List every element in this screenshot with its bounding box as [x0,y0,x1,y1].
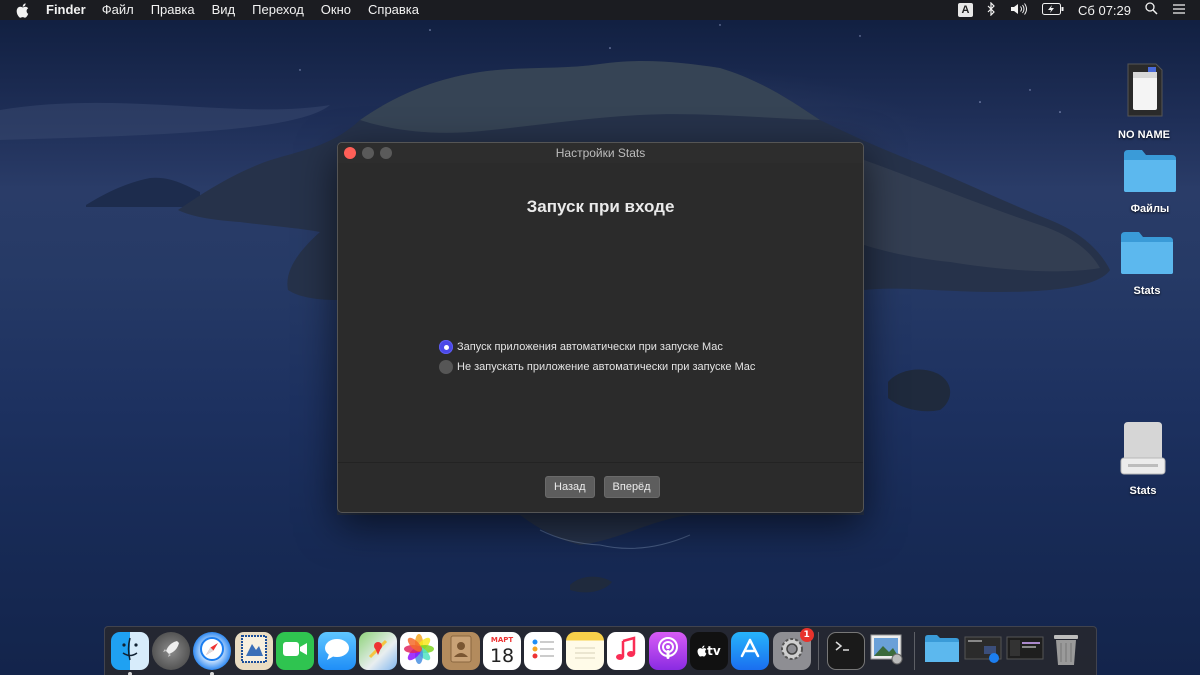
dock-stack-documents[interactable] [1006,632,1044,670]
back-button[interactable]: Назад [545,476,595,498]
checklist-icon [530,636,556,666]
footer-divider [338,462,863,463]
radio-button-selected[interactable] [439,340,453,354]
menu-window[interactable]: Окно [321,0,351,20]
dock-maps[interactable] [358,632,397,670]
dock: МАРТ 18 tv 1 [104,626,1097,675]
window-title: Настройки Stats [555,146,646,160]
dock-contacts[interactable] [441,632,480,670]
folder-icon [1122,148,1178,199]
dock-separator [818,632,820,670]
stamp-icon [240,634,268,668]
zoom-button[interactable] [380,147,392,159]
dock-calendar[interactable]: МАРТ 18 [483,632,522,670]
speech-bubble-icon [323,637,351,665]
music-note-icon [614,636,638,666]
dock-preview[interactable] [868,632,906,670]
next-button[interactable]: Вперёд [603,476,660,498]
window-thumbnail-icon [964,634,1002,668]
external-drive-icon [1118,420,1168,481]
desktop-item-no-name[interactable]: NO NAME [1104,62,1184,141]
control-center-icon[interactable] [1172,3,1186,18]
dock-app-store[interactable] [731,632,770,670]
dock-trash[interactable] [1047,632,1085,670]
compass-icon [198,635,226,667]
dock-podcasts[interactable] [648,632,687,670]
sd-card-icon [1122,62,1166,125]
dock-reminders[interactable] [524,632,563,670]
desktop-item-label: Stats [1129,485,1157,497]
option-launch-at-login[interactable]: Запуск приложения автоматически при запу… [439,337,755,357]
photo-preview-icon [869,633,905,669]
dock-mail[interactable] [234,632,273,670]
menu-view[interactable]: Вид [212,0,236,20]
search-icon[interactable] [1145,2,1158,18]
desktop-item-stats-folder[interactable]: Stats [1107,230,1187,297]
minimize-button[interactable] [362,147,374,159]
desktop-item-stats-drive[interactable]: Stats [1103,420,1183,497]
launch-options-group: Запуск приложения автоматически при запу… [439,337,755,377]
video-camera-icon [282,640,308,662]
notepad-icon [572,636,598,666]
window-thumbnail-icon [1006,634,1044,668]
folder-icon [1119,230,1175,281]
menu-file[interactable]: Файл [102,0,134,20]
menu-edit[interactable]: Правка [151,0,195,20]
dock-notes[interactable] [565,632,604,670]
tv-label: tv [707,644,721,658]
dock-finder[interactable] [110,632,149,675]
app-store-icon [737,636,763,666]
dock-separator [914,632,916,670]
bluetooth-icon[interactable] [987,1,996,19]
option-do-not-launch[interactable]: Не запускать приложение автоматически пр… [439,357,755,377]
dock-system-preferences[interactable]: 1 [772,628,814,670]
desktop-item-files-folder[interactable]: Файлы [1110,148,1190,215]
menu-help[interactable]: Справка [368,0,419,20]
dock-folder[interactable] [923,632,961,670]
photos-flower-icon [404,634,435,668]
map-pin-icon [366,637,390,665]
desktop-item-label: NO NAME [1118,129,1170,141]
option-label[interactable]: Запуск приложения автоматически при запу… [457,341,723,353]
dock-safari[interactable] [193,632,232,675]
navigation-buttons: Назад Вперёд [545,476,669,498]
dock-messages[interactable] [317,632,356,670]
menu-go[interactable]: Переход [252,0,304,20]
folder-icon [924,634,960,668]
volume-icon[interactable] [1010,2,1028,19]
trash-icon [1051,632,1081,670]
apple-tv-logo: tv [697,644,721,658]
dock-facetime[interactable] [276,632,315,670]
notification-badge: 1 [799,628,814,642]
terminal-icon [833,638,859,664]
calendar-month: МАРТ [490,635,514,644]
menu-bar: Finder Файл Правка Вид Переход Окно Спра… [0,0,1200,20]
input-source-indicator[interactable]: A [958,3,974,17]
podcast-icon [655,636,681,666]
dock-terminal[interactable] [827,632,866,670]
desktop-item-label: Файлы [1130,203,1170,215]
dock-stack-screenshots[interactable] [964,632,1002,670]
page-heading: Запуск при входе [526,197,675,216]
close-button[interactable] [344,147,356,159]
address-book-icon [449,635,473,667]
dock-tv[interactable]: tv [689,632,728,670]
window-controls [344,147,398,159]
dock-photos[interactable] [400,632,439,670]
rocket-icon [159,637,183,665]
menu-app-name[interactable]: Finder [46,0,86,20]
calendar-day: 18 [489,644,515,667]
menu-clock[interactable]: Сб 07:29 [1078,3,1131,18]
window-titlebar[interactable]: Настройки Stats [338,143,863,163]
finder-icon [115,634,145,668]
dock-music[interactable] [607,632,646,670]
radio-button[interactable] [439,360,453,374]
battery-icon[interactable] [1042,2,1064,18]
stats-setup-window: Настройки Stats Запуск при входе Запуск … [337,142,864,513]
apple-menu-icon[interactable] [16,2,30,18]
desktop-item-label: Stats [1133,285,1161,297]
option-label[interactable]: Не запускать приложение автоматически пр… [457,361,755,373]
dock-launchpad[interactable] [152,632,191,670]
